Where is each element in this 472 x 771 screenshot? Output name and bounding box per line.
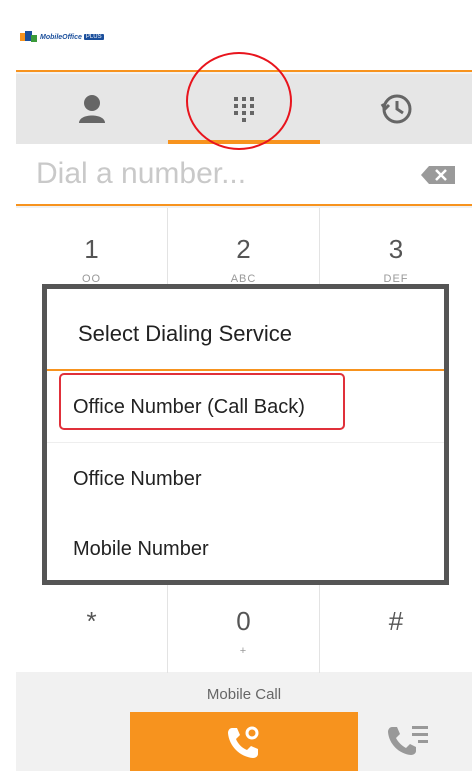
tab-contacts[interactable] <box>16 74 168 144</box>
key-star[interactable]: * <box>16 580 168 673</box>
call-button[interactable] <box>130 712 358 771</box>
dialog-title: Select Dialing Service <box>78 321 292 346</box>
annotation-highlight-box <box>59 373 345 430</box>
key-number: 3 <box>388 234 404 264</box>
key-number: 1 <box>84 234 99 264</box>
dial-area <box>16 144 472 206</box>
dial-number-input[interactable] <box>36 154 416 194</box>
tab-history[interactable] <box>320 74 472 144</box>
key-number: * <box>86 606 97 636</box>
contacts-icon <box>79 95 105 123</box>
dialog-divider <box>47 369 444 371</box>
phone-call-icon <box>228 726 259 758</box>
option-mobile-number[interactable]: Mobile Number <box>47 514 444 584</box>
option-office-number[interactable]: Office Number <box>47 444 444 514</box>
key-number: 2 <box>236 234 251 264</box>
app-logo: MobileOffice PLUS <box>20 31 104 43</box>
backspace-icon[interactable] <box>421 166 455 184</box>
key-number: 0 <box>236 606 251 636</box>
option-separator <box>47 442 444 443</box>
call-list-icon <box>388 726 428 755</box>
key-hash[interactable]: # <box>320 580 472 673</box>
call-list-button[interactable] <box>386 722 432 762</box>
key-letters: + <box>239 645 248 657</box>
logo-mark-icon <box>20 31 37 42</box>
logo-text: MobileOffice <box>40 33 82 41</box>
annotation-highlight-circle <box>186 52 292 150</box>
key-0[interactable]: 0 + <box>168 580 320 673</box>
history-icon <box>380 94 412 124</box>
key-number: # <box>388 606 404 636</box>
call-mode-label: Mobile Call <box>206 686 282 703</box>
dialing-service-dialog: Select Dialing Service Office Number (Ca… <box>42 284 449 585</box>
logo-badge: PLUS <box>83 34 104 40</box>
